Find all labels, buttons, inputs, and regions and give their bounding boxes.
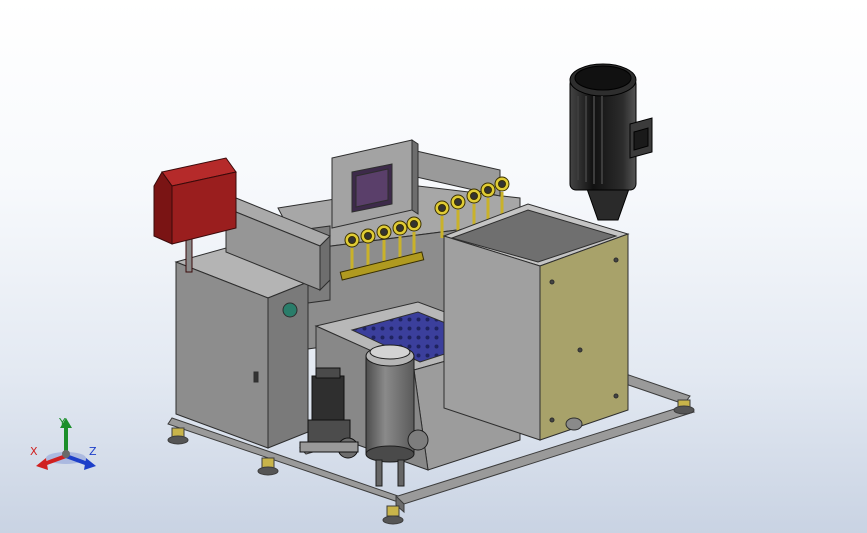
axis-triad-icon: [36, 418, 96, 470]
axis-triad: X Y Z: [22, 414, 112, 474]
z-axis-label: Z: [89, 445, 97, 458]
hopper: [442, 203, 630, 441]
motor: [569, 63, 653, 221]
cad-viewport[interactable]: X Y Z: [0, 0, 867, 533]
cad-model[interactable]: [0, 0, 867, 533]
x-axis-label: X: [30, 445, 38, 458]
y-axis-label: Y: [59, 416, 66, 429]
